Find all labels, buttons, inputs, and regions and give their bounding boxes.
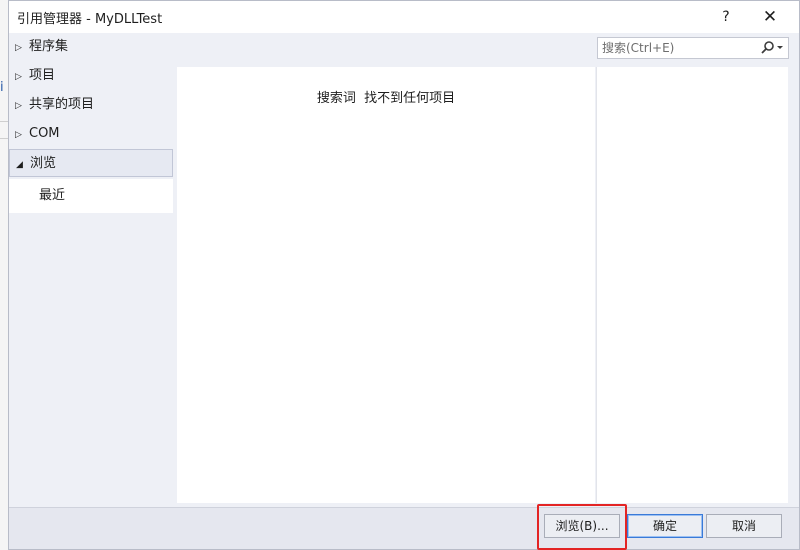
collapse-down-icon: ◢ [16,160,23,170]
detail-pane [596,67,788,503]
expand-right-icon: ▷ [15,101,22,111]
search-input[interactable] [602,39,752,57]
expand-right-icon: ▷ [15,43,22,53]
category-nav: ▷ 程序集 ▷ 项目 ▷ 共享的项目 ▷ COM ◢ 浏览 最近 [9,33,177,505]
help-button[interactable]: ? [709,5,743,29]
browse-button[interactable]: 浏览(B)... [544,514,620,538]
ok-button[interactable]: 确定 [627,514,703,538]
nav-item-browse[interactable]: ◢ 浏览 [9,149,173,177]
expand-right-icon: ▷ [15,130,22,140]
reference-manager-dialog: 引用管理器 - MyDLLTest ? ✕ ▷ 程序集 ▷ 项目 ▷ 共享的项目 ▷ C… [8,0,800,550]
search-button[interactable] [758,39,786,57]
background-divider [0,121,8,122]
nav-item-label: 共享的项目 [29,97,95,112]
search-icon [761,41,783,54]
button-bar: 浏览(B)... 确定 取消 [9,507,799,549]
window-title: 引用管理器 - MyDLLTest [17,12,163,27]
nav-item-assemblies[interactable]: ▷ 程序集 [9,33,173,61]
close-button[interactable]: ✕ [753,5,787,29]
nav-item-shared-projects[interactable]: ▷ 共享的项目 [9,91,173,119]
expand-right-icon: ▷ [15,72,22,82]
background-divider [0,138,8,139]
nav-item-label: 浏览 [30,156,57,171]
cancel-button[interactable]: 取消 [706,514,782,538]
nav-item-label: 项目 [29,68,56,83]
search-box [597,37,789,59]
nav-item-projects[interactable]: ▷ 项目 [9,62,173,90]
title-bar: 引用管理器 - MyDLLTest ? ✕ [9,1,799,33]
nav-item-com[interactable]: ▷ COM [9,120,173,148]
background-code-glyph: i [0,80,4,95]
nav-subitem-recent[interactable]: 最近 [9,179,173,213]
nav-item-label: COM [29,126,60,141]
empty-list-message: 搜索词 找不到任何项目 [316,91,456,106]
reference-list[interactable]: 搜索词 找不到任何项目 [177,67,595,503]
nav-item-label: 程序集 [29,39,69,54]
